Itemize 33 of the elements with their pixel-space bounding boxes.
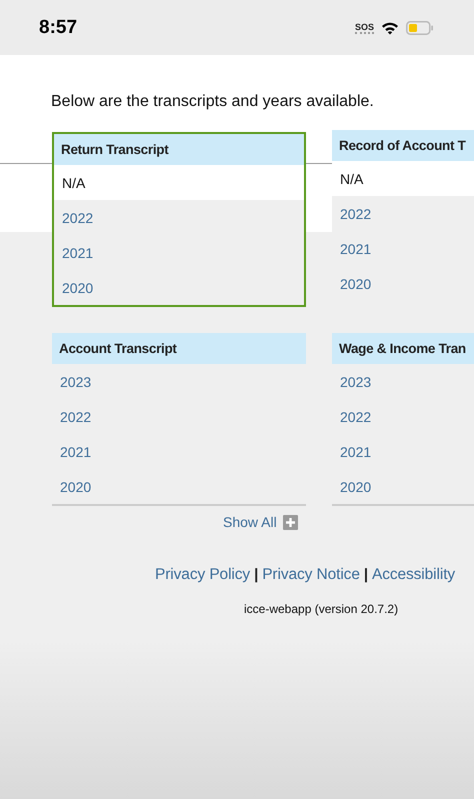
- battery-icon: [406, 20, 434, 34]
- year-link[interactable]: 2020: [332, 469, 474, 504]
- year-link[interactable]: 2021: [52, 434, 306, 469]
- card-title: Account Transcript: [59, 341, 177, 356]
- footer-link[interactable]: Accessibility: [372, 566, 456, 584]
- card-title: Record of Account T: [339, 138, 466, 153]
- year-link[interactable]: 2022: [332, 399, 474, 434]
- year-link[interactable]: 2021: [54, 235, 304, 270]
- year-link[interactable]: 2022: [332, 196, 474, 231]
- year-link[interactable]: 2023: [52, 364, 306, 399]
- footer-link[interactable]: Privacy Notice: [262, 566, 360, 584]
- separator-text: |: [254, 566, 258, 583]
- year-link[interactable]: 2021: [332, 434, 474, 469]
- clock-time: 8:57: [39, 16, 78, 38]
- intro-text: Below are the transcripts and years available.: [51, 93, 375, 111]
- sos-indicator: SOS: [354, 22, 374, 34]
- show-all-link[interactable]: Show All: [223, 514, 277, 530]
- card-title: Return Transcript: [61, 142, 168, 157]
- year-link[interactable]: 2022: [54, 200, 304, 235]
- year-row: N/A: [54, 165, 304, 200]
- separator-text: |: [364, 566, 368, 583]
- footer-link[interactable]: Privacy Policy: [155, 566, 250, 584]
- year-link[interactable]: 2021: [332, 231, 474, 266]
- year-link[interactable]: 2022: [52, 399, 306, 434]
- plus-icon[interactable]: [282, 514, 298, 530]
- version-text: icce-webapp (version 20.7.2): [244, 602, 400, 616]
- wifi-icon: [381, 20, 399, 34]
- card-title: Wage & Income Tran: [339, 341, 466, 356]
- year-link[interactable]: 2020: [52, 469, 306, 504]
- year-link[interactable]: 2020: [54, 270, 304, 305]
- year-link[interactable]: 2020: [332, 266, 474, 301]
- year-link[interactable]: 2023: [332, 364, 474, 399]
- year-row: N/A: [332, 161, 474, 196]
